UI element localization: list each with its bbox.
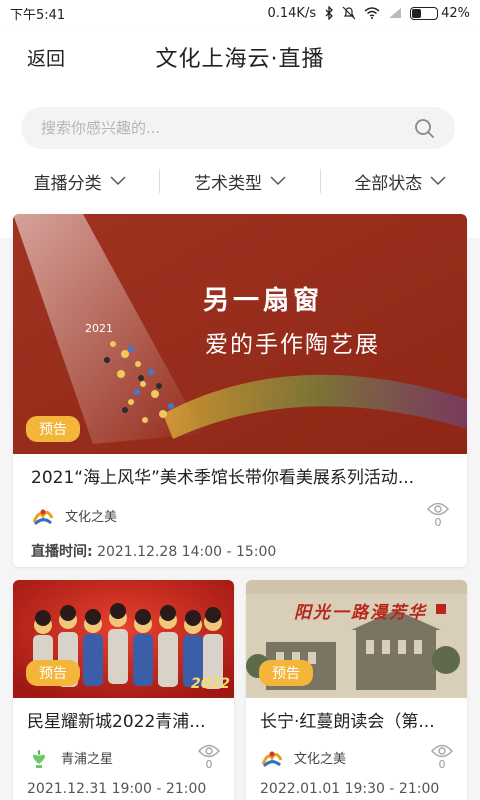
wifi-icon <box>364 7 380 19</box>
org-name: 文化之美 <box>294 752 347 767</box>
org-info: 文化之美 <box>260 746 346 770</box>
bluetooth-icon <box>325 6 334 20</box>
filter-status[interactable]: 全部状态 <box>321 169 480 194</box>
battery-percent: 42% <box>441 5 470 21</box>
filter-live-category[interactable]: 直播分类 <box>0 169 159 194</box>
chevron-down-icon <box>110 176 126 186</box>
cover-year: 2022 <box>191 676 230 692</box>
org-logo <box>33 749 45 768</box>
org-name: 青浦之星 <box>61 752 114 767</box>
live-time: 直播时间: 2021.12.28 14:00 - 15:00 <box>31 541 449 561</box>
network-speed: 0.14K/s <box>267 5 317 21</box>
view-count: 0 <box>431 744 453 771</box>
cover-image: 2021 另一扇窗 爱的手作陶艺展 预告 <box>13 214 467 454</box>
status-time: 下午5:41 <box>10 7 66 23</box>
cover-title: 另一扇窗 <box>203 285 323 316</box>
cover-image: 阳光一路漫芳华 预告 <box>246 580 467 698</box>
eye-icon <box>427 502 449 516</box>
card-title: 长宁·红蔓朗读会（第... <box>260 712 435 732</box>
filter-label: 艺术类型 <box>193 173 262 194</box>
app-header: 返回 文化上海云·直播 <box>0 26 480 88</box>
filter-bar: 直播分类 艺术类型 全部状态 <box>0 163 480 199</box>
live-card[interactable]: 2021 另一扇窗 爱的手作陶艺展 预告 2021“海上风华”美术季馆长带你看美… <box>13 214 467 567</box>
search-input[interactable] <box>41 119 413 137</box>
view-count-value: 0 <box>434 516 442 529</box>
battery-indicator: 42% <box>410 6 470 21</box>
signal-icon <box>389 8 402 18</box>
eye-icon <box>431 744 453 758</box>
cover-art: 2021 另一扇窗 爱的手作陶艺展 <box>13 214 467 454</box>
org-info: 青浦之星 <box>27 746 113 770</box>
filter-label: 直播分类 <box>33 173 102 194</box>
view-count-value: 0 <box>438 758 446 771</box>
live-time-label: 直播时间: <box>31 544 93 560</box>
card-title: 2021“海上风华”美术季馆长带你看美展系列活动... <box>31 468 415 488</box>
card-title: 民星耀新城2022青浦... <box>27 712 206 732</box>
preview-badge: 预告 <box>26 660 80 686</box>
org-row: 文化之美 0 <box>31 502 449 529</box>
live-time-value: 2021.12.28 14:00 - 15:00 <box>97 544 277 560</box>
org-row: 文化之美 0 <box>260 744 453 771</box>
live-time-value: 2022.01.01 19:30 - 21:00 <box>260 781 440 797</box>
preview-badge: 预告 <box>259 660 313 686</box>
mute-icon <box>342 6 356 20</box>
cover-image: 2022 预告 <box>13 580 234 698</box>
status-bar: 下午5:41 0.14K/s 42% <box>0 0 480 26</box>
eye-icon <box>198 744 220 758</box>
org-row: 青浦之星 0 <box>27 744 220 771</box>
filter-label: 全部状态 <box>354 173 423 194</box>
battery-icon <box>410 6 439 20</box>
live-time-value: 2021.12.31 19:00 - 21:00 <box>27 781 207 797</box>
page-title: 文化上海云·直播 <box>155 47 325 72</box>
preview-badge: 预告 <box>26 416 80 442</box>
filter-art-type[interactable]: 艺术类型 <box>160 169 319 194</box>
org-logo <box>32 509 54 525</box>
cover-subtitle: 爱的手作陶艺展 <box>205 332 380 358</box>
search-icon[interactable] <box>413 117 435 139</box>
view-count: 0 <box>198 744 220 771</box>
chevron-down-icon <box>430 176 446 186</box>
chevron-down-icon <box>270 176 286 186</box>
org-logo <box>261 751 283 767</box>
view-count-value: 0 <box>205 758 213 771</box>
status-icons: 0.14K/s 42% <box>267 6 470 21</box>
cover-year: 2021 <box>85 322 113 335</box>
org-name: 文化之美 <box>65 510 118 525</box>
live-card[interactable]: 2022 预告 民星耀新城2022青浦... 青浦之星 0 2021.12.31… <box>13 580 234 800</box>
view-count: 0 <box>427 502 449 529</box>
search-box[interactable] <box>21 107 455 149</box>
live-card[interactable]: 阳光一路漫芳华 预告 长宁·红蔓朗读会（第... 文化之美 0 2022.01.… <box>246 580 467 800</box>
cover-title: 阳光一路漫芳华 <box>294 603 428 623</box>
org-info: 文化之美 <box>31 504 117 528</box>
battery-fill <box>412 8 421 18</box>
